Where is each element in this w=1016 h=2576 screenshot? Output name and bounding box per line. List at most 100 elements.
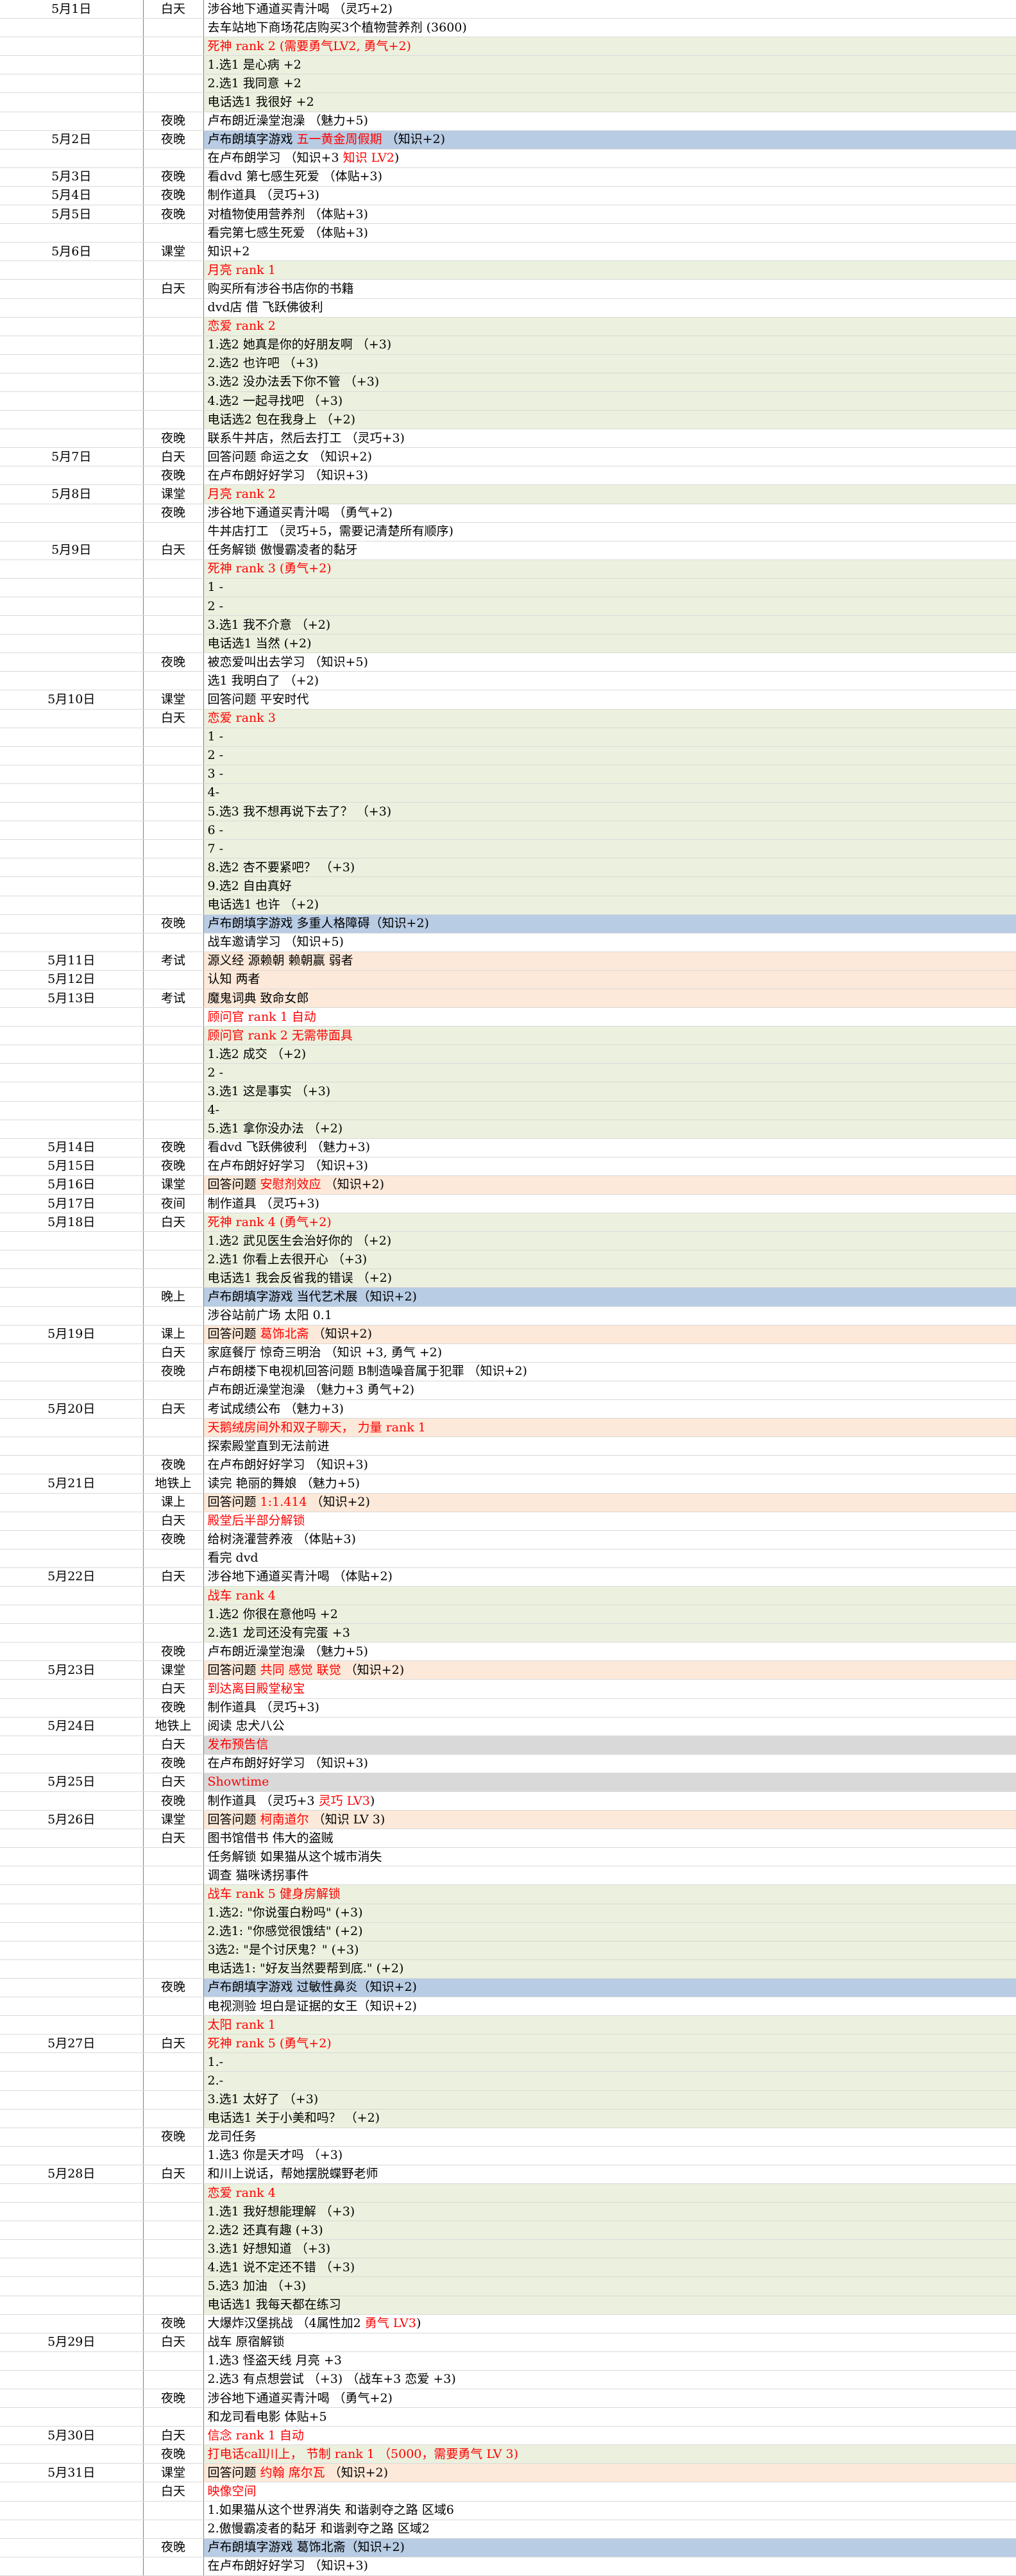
- activity-cell[interactable]: 在卢布朗好好学习 （知识+3): [203, 466, 1016, 486]
- time-of-day-cell[interactable]: 白天: [143, 1343, 204, 1363]
- time-of-day-cell[interactable]: [143, 298, 204, 318]
- time-of-day-cell[interactable]: [143, 1904, 204, 1923]
- activity-cell[interactable]: 1 -: [203, 728, 1016, 747]
- time-of-day-cell[interactable]: [143, 373, 204, 392]
- date-cell[interactable]: [0, 37, 144, 56]
- date-cell[interactable]: 5月29日: [0, 2333, 144, 2352]
- time-of-day-cell[interactable]: [143, 765, 204, 784]
- date-cell[interactable]: [0, 1437, 144, 1456]
- activity-cell[interactable]: 魔鬼词典 致命女郎: [203, 989, 1016, 1009]
- activity-cell[interactable]: 卢布朗楼下电视机回答问题 B制造噪音属于犯罪 （知识+2): [203, 1362, 1016, 1381]
- date-cell[interactable]: [0, 1120, 144, 1139]
- date-cell[interactable]: [0, 1791, 144, 1811]
- activity-cell[interactable]: 2.傲慢霸凌者的黏牙 和谐剥夺之路 区域2: [203, 2520, 1016, 2539]
- date-cell[interactable]: [0, 2557, 144, 2576]
- date-cell[interactable]: [0, 2221, 144, 2240]
- date-cell[interactable]: 5月27日: [0, 2034, 144, 2054]
- activity-cell[interactable]: 死神 rank 2 (需要勇气LV2, 勇气+2): [203, 37, 1016, 56]
- activity-cell[interactable]: 电话选2 包在我身上 （+2): [203, 410, 1016, 430]
- date-cell[interactable]: [0, 522, 144, 542]
- activity-cell[interactable]: 1.选2 武见医生会治好你的 （+2): [203, 1231, 1016, 1251]
- activity-cell[interactable]: 涉谷地下通道买青汁喝 （灵巧+2): [203, 0, 1016, 19]
- activity-cell[interactable]: 1.选3 怪盗天线 月亮 +3: [203, 2351, 1016, 2371]
- activity-cell[interactable]: 回答问题 命运之女 （知识+2): [203, 447, 1016, 467]
- time-of-day-cell[interactable]: 晚上: [143, 1287, 204, 1307]
- date-cell[interactable]: [0, 373, 144, 392]
- date-cell[interactable]: 5月6日: [0, 242, 144, 262]
- date-cell[interactable]: [0, 1698, 144, 1718]
- activity-cell[interactable]: 顾问官 rank 1 自动: [203, 1007, 1016, 1027]
- date-cell[interactable]: [0, 2052, 144, 2072]
- time-of-day-cell[interactable]: [143, 821, 204, 840]
- activity-cell[interactable]: 1.选2: "你说蛋白粉吗" (+3): [203, 1904, 1016, 1923]
- time-of-day-cell[interactable]: [143, 615, 204, 635]
- date-cell[interactable]: [0, 466, 144, 486]
- time-of-day-cell[interactable]: 白天: [143, 1736, 204, 1755]
- activity-cell[interactable]: 5.选3 我不想再说下去了？ （+3): [203, 802, 1016, 822]
- time-of-day-cell[interactable]: [143, 1026, 204, 1046]
- activity-cell[interactable]: 电话选1 我每天都在练习: [203, 2296, 1016, 2315]
- time-of-day-cell[interactable]: 夜晚: [143, 2314, 204, 2333]
- date-cell[interactable]: [0, 317, 144, 336]
- date-cell[interactable]: [0, 2015, 144, 2035]
- time-of-day-cell[interactable]: [143, 37, 204, 56]
- time-of-day-cell[interactable]: [143, 728, 204, 747]
- activity-cell[interactable]: 涉谷地下通道买青汁喝 （勇气+2): [203, 2389, 1016, 2409]
- date-cell[interactable]: 5月14日: [0, 1138, 144, 1157]
- activity-cell[interactable]: 涉谷站前广场 太阳 0.1: [203, 1306, 1016, 1326]
- activity-cell[interactable]: 恋爱 rank 3: [203, 709, 1016, 728]
- date-cell[interactable]: 5月28日: [0, 2165, 144, 2184]
- time-of-day-cell[interactable]: [143, 1847, 204, 1867]
- activity-cell[interactable]: 调查 猫咪诱拐事件: [203, 1866, 1016, 1886]
- date-cell[interactable]: 5月4日: [0, 186, 144, 206]
- activity-cell[interactable]: 1.选2 成交 （+2): [203, 1045, 1016, 1064]
- date-cell[interactable]: [0, 597, 144, 617]
- time-of-day-cell[interactable]: [143, 1082, 204, 1102]
- time-of-day-cell[interactable]: [143, 896, 204, 915]
- activity-cell[interactable]: 2.选3 有点想尝试 （+3) （战车+3 恋爱 +3): [203, 2370, 1016, 2390]
- date-cell[interactable]: [0, 1512, 144, 1531]
- date-cell[interactable]: [0, 2407, 144, 2427]
- date-cell[interactable]: [0, 1605, 144, 1625]
- activity-cell[interactable]: 在卢布朗好好学习 （知识+3): [203, 1455, 1016, 1475]
- activity-cell[interactable]: 1.选2 她真是你的好朋友啊 （+3): [203, 336, 1016, 355]
- date-cell[interactable]: [0, 74, 144, 94]
- date-cell[interactable]: [0, 653, 144, 672]
- time-of-day-cell[interactable]: 考试: [143, 989, 204, 1009]
- activity-cell[interactable]: 太阳 rank 1: [203, 2015, 1016, 2035]
- activity-cell[interactable]: 回答问题 安慰剂效应 （知识+2): [203, 1175, 1016, 1195]
- time-of-day-cell[interactable]: [143, 597, 204, 617]
- date-cell[interactable]: [0, 223, 144, 243]
- date-cell[interactable]: [0, 1026, 144, 1046]
- time-of-day-cell[interactable]: 白天: [143, 1567, 204, 1587]
- activity-cell[interactable]: 1.选1 是心病 +2: [203, 55, 1016, 75]
- time-of-day-cell[interactable]: [143, 2146, 204, 2165]
- activity-cell[interactable]: 家庭餐厅 惊奇三明治 （知识 +3, 勇气 +2): [203, 1343, 1016, 1363]
- activity-cell[interactable]: 涉谷地下通道买青汁喝 （勇气+2): [203, 504, 1016, 523]
- activity-cell[interactable]: 图书馆借书 伟大的盗贼: [203, 1829, 1016, 1848]
- activity-cell[interactable]: 电话选1 我很好 +2: [203, 92, 1016, 112]
- time-of-day-cell[interactable]: [143, 1605, 204, 1625]
- date-cell[interactable]: [0, 2239, 144, 2259]
- date-cell[interactable]: [0, 2202, 144, 2222]
- time-of-day-cell[interactable]: 白天: [143, 1773, 204, 1793]
- activity-cell[interactable]: 电视测验 坦白是证据的女王（知识+2): [203, 1997, 1016, 2017]
- date-cell[interactable]: [0, 1866, 144, 1886]
- time-of-day-cell[interactable]: 夜晚: [143, 186, 204, 206]
- time-of-day-cell[interactable]: [143, 1941, 204, 1960]
- activity-cell[interactable]: 映像空间: [203, 2482, 1016, 2502]
- date-cell[interactable]: [0, 1959, 144, 1979]
- date-cell[interactable]: [0, 1978, 144, 1998]
- time-of-day-cell[interactable]: 课堂: [143, 242, 204, 262]
- activity-cell[interactable]: 死神 rank 5 (勇气+2): [203, 2034, 1016, 2054]
- activity-cell[interactable]: 到达离目殿堂秘宝: [203, 1679, 1016, 1699]
- activity-cell[interactable]: 回答问题 葛饰北斋 （知识+2): [203, 1325, 1016, 1344]
- time-of-day-cell[interactable]: 夜晚: [143, 466, 204, 486]
- activity-cell[interactable]: 电话选1 我会反省我的错误 （+2): [203, 1268, 1016, 1288]
- time-of-day-cell[interactable]: [143, 410, 204, 430]
- time-of-day-cell[interactable]: 白天: [143, 1399, 204, 1419]
- time-of-day-cell[interactable]: [143, 671, 204, 691]
- date-cell[interactable]: [0, 1343, 144, 1363]
- date-cell[interactable]: [0, 2128, 144, 2147]
- activity-cell[interactable]: 2.-: [203, 2071, 1016, 2091]
